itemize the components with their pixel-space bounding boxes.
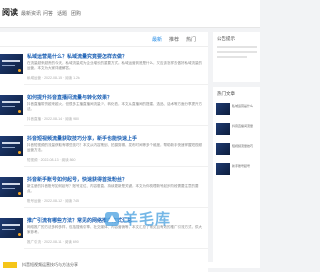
nav-item-topics[interactable]: 话题 — [57, 10, 67, 17]
top-navbar: 阅读 最新资讯 问答 话题 团购 — [0, 0, 260, 28]
list-item[interactable]: 如何提升抖音直播间流量与转化效果？ 抖音直播带货越来越火，但很多主播直播间流量少… — [0, 89, 208, 126]
hot-article-item[interactable]: 抖音直播间流量 — [216, 123, 258, 137]
article-summary: 新注册的抖音账号如何起号？账号定位、内容垂直、持续更新是关键，本文为你梳理新号起… — [27, 184, 199, 193]
notice-widget: 公告提示 — [213, 32, 260, 82]
article-title[interactable]: 如何提升抖音直播间流量与转化效果？ — [27, 94, 203, 101]
article-summary: 抖音短视频的流量获取有哪些技巧？本文从内容策划、拍摄剪辑、发布时间等多个维度，帮… — [27, 143, 202, 152]
site-logo[interactable]: 阅读 — [2, 7, 18, 18]
article-thumbnail[interactable] — [0, 177, 23, 197]
hot-article-thumbnail[interactable] — [216, 143, 230, 155]
tab-hot[interactable]: 热门 — [186, 36, 196, 43]
nav-item-groupbuy[interactable]: 团购 — [71, 10, 81, 17]
notice-line — [217, 56, 247, 58]
article-thumbnail[interactable] — [0, 218, 23, 238]
hot-article-item[interactable]: 新手账号起号 — [216, 163, 258, 177]
article-meta: 私域运营 · 2022-08-15 · 阅读 1.2k — [27, 76, 80, 80]
article-meta: 短视频 · 2022-08-13 · 阅读 860 — [27, 158, 76, 162]
notice-line — [217, 46, 257, 48]
divider — [24, 125, 208, 126]
list-item[interactable]: 抖音短视频流量获取技巧分享，新手也能快速上手 抖音短视频的流量获取有哪些技巧？本… — [0, 130, 208, 167]
hot-articles-widget: 热门文章 私域运营是什么 抖音直播间流量 短视频流量技巧 新手账号起号 — [213, 87, 260, 262]
hot-article-thumbnail[interactable] — [216, 103, 230, 115]
hot-article-thumbnail[interactable] — [216, 163, 230, 175]
article-title[interactable]: 抖音短视频流量获取技巧分享，新手也能快速上手 — [27, 135, 203, 142]
divider — [24, 166, 208, 167]
article-thumbnail[interactable] — [0, 95, 23, 115]
article-title[interactable]: 抖音新手账号如何起号，快速获得首批粉丝？ — [27, 176, 203, 183]
divider — [24, 84, 208, 85]
watermark-logo-icon — [105, 211, 119, 226]
list-tabs: 最新 推荐 热门 — [0, 32, 208, 47]
article-meta: 推广引流 · 2022-08-11 · 阅读 690 — [27, 240, 79, 244]
watermark-text: 羊毛库 — [123, 211, 172, 228]
nav-item-qa[interactable]: 问答 — [43, 10, 53, 17]
hot-article-title[interactable]: 新手账号起号 — [232, 164, 258, 172]
article-meta: 账号运营 · 2022-08-12 · 阅读 745 — [27, 199, 79, 203]
article-title[interactable]: 私域运营是什么？私域流量究竟要怎样去做？ — [27, 53, 203, 60]
divider — [24, 248, 208, 249]
hot-article-item[interactable]: 短视频流量技巧 — [216, 143, 258, 157]
article-summary: 抖音直播带货越来越火，但很多主播直播间流量少、转化低，本文从直播间的搭建、选品、… — [27, 102, 202, 111]
hot-article-title[interactable]: 短视频流量技巧 — [232, 144, 258, 152]
next-article-title[interactable]: 抖音短视频运营技巧与方法分享 — [22, 262, 78, 268]
notice-line — [217, 51, 257, 53]
hot-article-thumbnail[interactable] — [216, 123, 230, 135]
article-list-panel: 最新 推荐 热门 私域运营是什么？私域流量究竟要怎样去做？ 在流量越来越贵的今天… — [0, 32, 208, 272]
article-summary: 在流量越来越贵的今天，私域流量成为企业增长的重要方式。私域运营到底是什么，又应该… — [27, 61, 202, 70]
tab-latest[interactable]: 最新 — [152, 36, 162, 43]
hot-article-item[interactable]: 私域运营是什么 — [216, 103, 258, 117]
widget-title: 公告提示 — [217, 36, 235, 41]
nav-item-news[interactable]: 最新资讯 — [21, 10, 41, 17]
list-item[interactable]: 抖音新手账号如何起号，快速获得首批粉丝？ 新注册的抖音账号如何起号？账号定位、内… — [0, 171, 208, 208]
hot-article-title[interactable]: 私域运营是什么 — [232, 104, 258, 112]
widget-title: 热门文章 — [217, 91, 235, 96]
badge — [3, 262, 17, 268]
tab-recommended[interactable]: 推荐 — [169, 36, 179, 43]
hot-article-title[interactable]: 抖音直播间流量 — [232, 124, 258, 132]
watermark: 羊毛库 — [104, 208, 171, 229]
article-meta: 抖音直播 · 2022-08-14 · 阅读 980 — [27, 117, 79, 121]
article-thumbnail[interactable] — [0, 136, 23, 156]
list-item[interactable]: 私域运营是什么？私域流量究竟要怎样去做？ 在流量越来越贵的今天，私域流量成为企业… — [0, 48, 208, 85]
article-thumbnail[interactable] — [0, 54, 23, 74]
